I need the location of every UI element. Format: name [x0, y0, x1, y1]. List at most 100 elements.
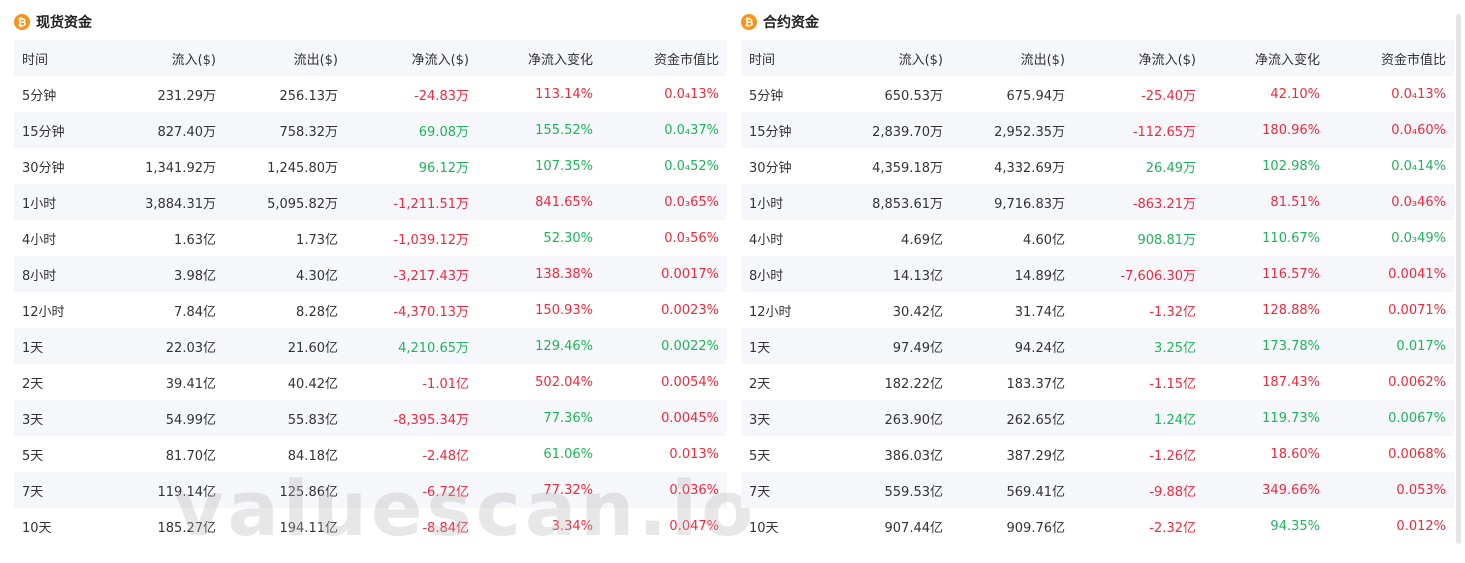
cell-net-inflow: 1.24亿: [1073, 400, 1204, 436]
table-row: 3天 263.90亿 262.65亿 1.24亿 119.73% 0.0067%: [741, 400, 1454, 436]
table-row: 2天 182.22亿 183.37亿 -1.15亿 187.43% 0.0062%: [741, 364, 1454, 400]
cell-inflow: 386.03亿: [884, 448, 944, 464]
table-row: 1天 97.49亿 94.24亿 3.25亿 173.78% 0.017%: [741, 328, 1454, 364]
cell-net-inflow-change: 52.30%: [543, 230, 593, 246]
cell-time: 30分钟: [749, 160, 792, 176]
cell-inflow: 559.53亿: [846, 472, 951, 508]
cell-fund-market-cap-ratio: 0.0054%: [661, 374, 719, 390]
cell-net-inflow-change: 119.73%: [1204, 400, 1328, 436]
table-row: 5天 386.03亿 387.29亿 -1.26亿 18.60% 0.0068%: [741, 436, 1454, 472]
cell-time: 3天: [14, 400, 119, 436]
cell-inflow: 4.69亿: [901, 232, 943, 248]
cell-net-inflow-change: 128.88%: [1262, 302, 1320, 318]
cell-net-inflow: -3,217.43万: [346, 256, 477, 292]
cell-net-inflow: -25.40万: [1141, 88, 1196, 104]
cell-fund-market-cap-ratio: 0.0068%: [1388, 446, 1446, 462]
cell-net-inflow: 96.12万: [418, 160, 469, 176]
cell-fund-market-cap-ratio: 0.0₄37%: [601, 112, 727, 148]
cell-inflow: 827.40万: [119, 112, 224, 148]
cell-inflow: 650.53万: [884, 88, 944, 104]
cell-outflow: 55.83亿: [224, 400, 346, 436]
table-row: 30分钟 4,359.18万 4,332.69万 26.49万 102.98% 0.0₄1…: [741, 148, 1454, 184]
futures-funds-panel: ₿ 合约资金 时间 流入($) 流出($) 净流入($) 净流入变化 资金市值比…: [741, 0, 1454, 563]
cell-outflow: 1,245.80万: [267, 160, 338, 176]
table-header-row: 时间 流入($) 流出($) 净流入($) 净流入变化 资金市值比: [14, 40, 727, 76]
cell-outflow: 40.42亿: [287, 376, 338, 392]
cell-net-inflow-change: 3.34%: [551, 518, 593, 534]
cell-net-inflow: -1.01亿: [422, 376, 469, 392]
cell-net-inflow: -863.21万: [1073, 184, 1204, 220]
table-row: 4小时 1.63亿 1.73亿 -1,039.12万 52.30% 0.0₃56%: [14, 220, 727, 256]
cell-net-inflow-change: 173.78%: [1204, 328, 1328, 364]
cell-outflow: 84.18亿: [287, 448, 338, 464]
cell-net-inflow: -7,606.30万: [1073, 256, 1204, 292]
cell-inflow: 7.84亿: [174, 304, 216, 320]
cell-inflow: 182.22亿: [884, 376, 944, 392]
cell-inflow: 907.44亿: [884, 520, 944, 536]
column-header-time: 时间: [14, 40, 119, 76]
cell-net-inflow-change: 42.10%: [1270, 86, 1320, 102]
cell-inflow: 3.98亿: [119, 256, 224, 292]
cell-net-inflow: -1,039.12万: [393, 232, 469, 248]
cell-time: 15分钟: [741, 112, 846, 148]
spot-funds-header: ₿ 现货资金: [14, 12, 92, 32]
column-header-outflow: 流出($): [224, 40, 346, 76]
cell-net-inflow: 69.08万: [346, 112, 477, 148]
cell-time: 4小时: [22, 232, 57, 248]
cell-inflow: 2,839.70万: [846, 112, 951, 148]
cell-time: 15分钟: [14, 112, 119, 148]
table-row: 8小时 14.13亿 14.89亿 -7,606.30万 116.57% 0.0041%: [741, 256, 1454, 292]
cell-inflow: 231.29万: [157, 88, 217, 104]
cell-time: 5天: [22, 448, 44, 464]
cell-outflow: 2,952.35万: [951, 112, 1073, 148]
cell-time: 1天: [14, 328, 119, 364]
cell-inflow: 30.42亿: [892, 304, 943, 320]
cell-outflow: 31.74亿: [1014, 304, 1065, 320]
cell-outflow: 909.76亿: [1006, 520, 1066, 536]
cell-fund-market-cap-ratio: 0.036%: [601, 472, 727, 508]
cell-outflow: 4.60亿: [1023, 232, 1065, 248]
cell-outflow: 14.89亿: [951, 256, 1073, 292]
cell-time: 1小时: [741, 184, 846, 220]
cell-fund-market-cap-ratio: 0.0045%: [601, 400, 727, 436]
cell-fund-market-cap-ratio: 0.0₃65%: [601, 184, 727, 220]
cell-outflow: 194.11亿: [279, 520, 339, 536]
cell-net-inflow: -1.15亿: [1149, 376, 1196, 392]
cell-fund-market-cap-ratio: 0.053%: [1328, 472, 1454, 508]
cell-time: 10天: [749, 520, 779, 536]
cell-inflow: 8,853.61万: [846, 184, 951, 220]
table-row: 5天 81.70亿 84.18亿 -2.48亿 61.06% 0.013%: [14, 436, 727, 472]
vertical-scrollbar[interactable]: [1456, 14, 1461, 544]
cell-net-inflow-change: 116.57%: [1204, 256, 1328, 292]
cell-net-inflow-change: 502.04%: [535, 374, 593, 390]
cell-net-inflow-change: 138.38%: [477, 256, 601, 292]
cell-time: 12小时: [22, 304, 65, 320]
cell-time: 7天: [741, 472, 846, 508]
cell-inflow: 119.14亿: [119, 472, 224, 508]
cell-outflow: 183.37亿: [1006, 376, 1066, 392]
cell-net-inflow: -1,211.51万: [346, 184, 477, 220]
spot-funds-panel: ₿ 现货资金 时间 流入($) 流出($) 净流入($) 净流入变化 资金市值比…: [14, 0, 753, 563]
table-row: 5分钟 650.53万 675.94万 -25.40万 42.10% 0.0₄13%: [741, 76, 1454, 112]
spot-funds-table: 时间 流入($) 流出($) 净流入($) 净流入变化 资金市值比 5分钟 231…: [14, 40, 727, 544]
cell-net-inflow-change: 150.93%: [535, 302, 593, 318]
cell-net-inflow: -24.83万: [414, 88, 469, 104]
cell-inflow: 4,359.18万: [872, 160, 943, 176]
cell-inflow: 39.41亿: [165, 376, 216, 392]
column-header-inflow: 流入($): [119, 40, 224, 76]
cell-outflow: 675.94万: [1006, 88, 1066, 104]
cell-fund-market-cap-ratio: 0.0₄60%: [1328, 112, 1454, 148]
cell-fund-market-cap-ratio: 0.0₃49%: [1391, 230, 1446, 246]
cell-fund-market-cap-ratio: 0.0017%: [601, 256, 727, 292]
cell-time: 1天: [741, 328, 846, 364]
futures-funds-table: 时间 流入($) 流出($) 净流入($) 净流入变化 资金市值比 5分钟 650…: [741, 40, 1454, 544]
cell-time: 8小时: [741, 256, 846, 292]
table-row: 4小时 4.69亿 4.60亿 908.81万 110.67% 0.0₃49%: [741, 220, 1454, 256]
cell-outflow: 4,332.69万: [994, 160, 1065, 176]
cell-time: 7天: [14, 472, 119, 508]
futures-funds-header: ₿ 合约资金: [741, 12, 819, 32]
futures-funds-title: 合约资金: [763, 15, 819, 31]
cell-fund-market-cap-ratio: 0.0₃56%: [664, 230, 719, 246]
cell-net-inflow-change: 18.60%: [1270, 446, 1320, 462]
cell-inflow: 54.99亿: [119, 400, 224, 436]
